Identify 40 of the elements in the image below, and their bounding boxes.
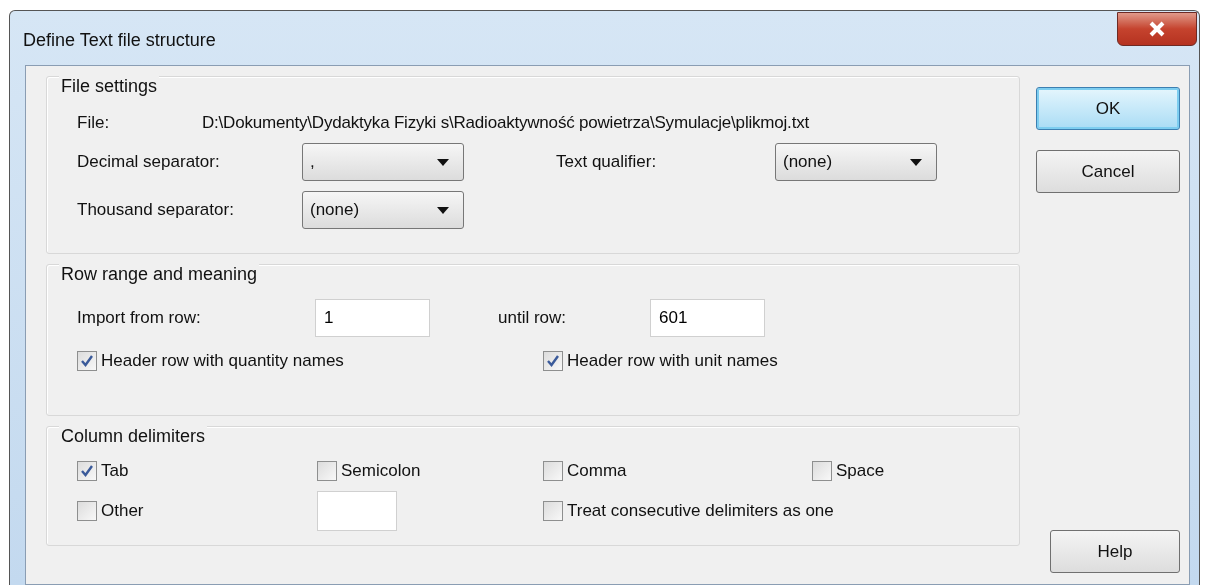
- checkbox[interactable]: [317, 461, 337, 481]
- input-field[interactable]: 601: [650, 299, 765, 337]
- checkbox[interactable]: [543, 351, 563, 371]
- dropdown[interactable]: (none): [302, 191, 464, 229]
- checkbox-label[interactable]: Header row with unit names: [567, 351, 778, 371]
- dropdown[interactable]: ,: [302, 143, 464, 181]
- group-title: File settings: [59, 76, 160, 97]
- checkbox[interactable]: [543, 501, 563, 521]
- checkbox-label[interactable]: Header row with quantity names: [101, 351, 344, 371]
- close-button[interactable]: [1117, 12, 1197, 46]
- caret-icon: [910, 158, 922, 166]
- dialog-button[interactable]: Cancel: [1036, 150, 1180, 193]
- field-label: Decimal separator:: [77, 152, 221, 172]
- input-field[interactable]: 1: [315, 299, 430, 337]
- caret-icon: [437, 206, 449, 214]
- checkbox[interactable]: [812, 461, 832, 481]
- checkbox[interactable]: [543, 461, 563, 481]
- checkbox[interactable]: [77, 501, 97, 521]
- input-field[interactable]: [317, 491, 397, 531]
- file-path: D:\Dokumenty\Dydaktyka Fizyki s\Radioaktywność powietrza\Symulacje\plikmoj.txt: [202, 113, 809, 133]
- checkbox-label[interactable]: Comma: [567, 461, 627, 481]
- ok-button[interactable]: OK: [1036, 87, 1180, 130]
- caret-icon: [437, 158, 449, 166]
- checkbox-label[interactable]: Tab: [101, 461, 129, 481]
- field-label: until row:: [498, 308, 568, 328]
- field-label: Thousand separator:: [77, 200, 235, 220]
- dropdown[interactable]: (none): [775, 143, 937, 181]
- group-title: Row range and meaning: [59, 264, 260, 285]
- field-label: File:: [77, 113, 111, 133]
- window-title: Define Text file structure: [23, 30, 216, 51]
- checkbox[interactable]: [77, 461, 97, 481]
- checkbox-label[interactable]: Other: [101, 501, 144, 521]
- field-label: Import from row:: [77, 308, 202, 328]
- checkbox-label[interactable]: Treat consecutive delimiters as one: [567, 501, 834, 521]
- checkbox-label[interactable]: Space: [836, 461, 885, 481]
- field-label: Text qualifier:: [556, 152, 658, 172]
- checkbox[interactable]: [77, 351, 97, 371]
- checkbox-label[interactable]: Semicolon: [341, 461, 421, 481]
- dialog-button[interactable]: Help: [1050, 530, 1180, 573]
- close-icon: [1148, 21, 1166, 37]
